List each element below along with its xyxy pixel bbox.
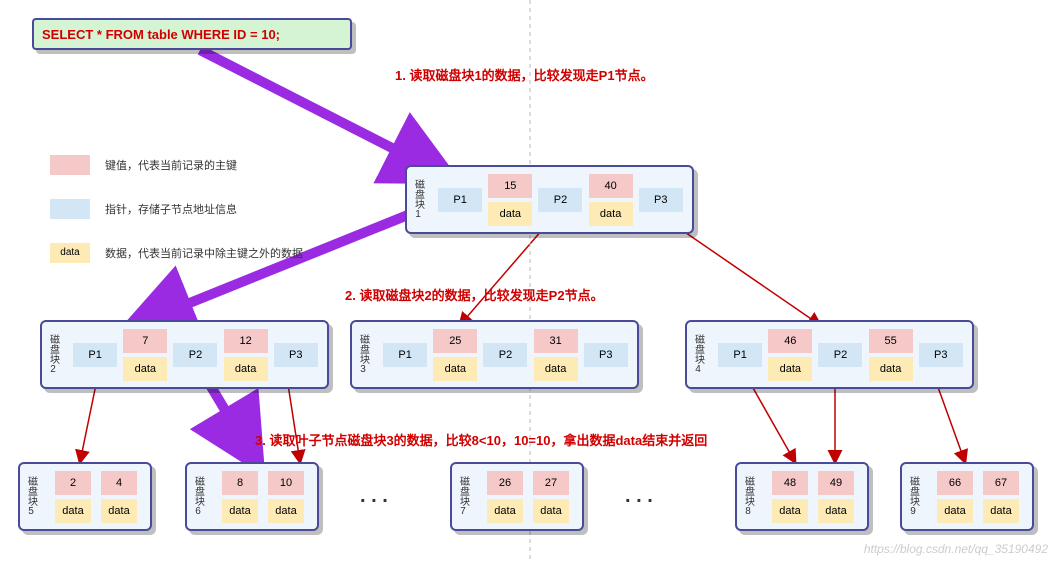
b5-k1: 2 — [55, 471, 91, 495]
b2-p3: P3 — [274, 343, 318, 367]
legend-key-label: 键值，代表当前记录的主键 — [105, 157, 237, 173]
b6-k1: 8 — [222, 471, 258, 495]
annotation-step1: 1. 读取磁盘块1的数据，比较发现走P1节点。 — [395, 65, 654, 84]
sql-query-box: SELECT * FROM table WHERE ID = 10; — [32, 18, 352, 50]
b9-k2: 67 — [983, 471, 1019, 495]
disk-block-5: 磁盘块5 2 data 4 data — [18, 462, 152, 531]
b4-d1: data — [768, 357, 812, 381]
b7-d2: data — [533, 499, 569, 523]
legend: 键值，代表当前记录的主键 指针，存储子节点地址信息 data 数据，代表当前记录… — [50, 155, 330, 287]
disk-block-6: 磁盘块6 8 data 10 data — [185, 462, 319, 531]
b4-d2: data — [869, 357, 913, 381]
b2-p2: P2 — [173, 343, 217, 367]
b8-k1: 48 — [772, 471, 808, 495]
b6-d1: data — [222, 499, 258, 523]
b4-p3: P3 — [919, 343, 963, 367]
b7-k1: 26 — [487, 471, 523, 495]
b2-d1: data — [123, 357, 167, 381]
b1-k2: 40 — [589, 174, 633, 198]
annotation-step3: 3. 读取叶子节点磁盘块3的数据，比较8<10，10=10，拿出数据data结束… — [255, 430, 707, 449]
disk-block-3: 磁盘块3 P1 25 data P2 31 data P3 — [350, 320, 639, 389]
swatch-data: data — [50, 243, 90, 263]
b4-k2: 55 — [869, 329, 913, 353]
b8-d1: data — [772, 499, 808, 523]
b7-k2: 27 — [533, 471, 569, 495]
block9-label: 磁盘块9 — [902, 464, 924, 529]
disk-block-9: 磁盘块9 66 data 67 data — [900, 462, 1034, 531]
ellipsis-1: . . . — [360, 485, 388, 508]
disk-block-7: 磁盘块7 26 data 27 data — [450, 462, 584, 531]
b4-p1: P1 — [718, 343, 762, 367]
b3-p2: P2 — [483, 343, 527, 367]
legend-data: data 数据，代表当前记录中除主键之外的数据 — [50, 243, 330, 263]
b9-d1: data — [937, 499, 973, 523]
block2-label: 磁盘块2 — [42, 322, 64, 387]
b1-k1: 15 — [488, 174, 532, 198]
b1-d1: data — [488, 202, 532, 226]
b8-k2: 49 — [818, 471, 854, 495]
swatch-pointer — [50, 199, 90, 219]
b3-k2: 31 — [534, 329, 578, 353]
b6-k2: 10 — [268, 471, 304, 495]
b2-p1: P1 — [73, 343, 117, 367]
b5-d1: data — [55, 499, 91, 523]
block3-label: 磁盘块3 — [352, 322, 374, 387]
diagram-canvas: SELECT * FROM table WHERE ID = 10; 键值，代表… — [0, 0, 1058, 561]
b2-k1: 7 — [123, 329, 167, 353]
b2-d2: data — [224, 357, 268, 381]
b7-d1: data — [487, 499, 523, 523]
disk-block-8: 磁盘块8 48 data 49 data — [735, 462, 869, 531]
watermark: https://blog.csdn.net/qq_35190492 — [864, 542, 1048, 556]
annotation-step2: 2. 读取磁盘块2的数据，比较发现走P2节点。 — [345, 285, 604, 304]
b6-d2: data — [268, 499, 304, 523]
b2-k2: 12 — [224, 329, 268, 353]
legend-pointer: 指针，存储子节点地址信息 — [50, 199, 330, 219]
b8-d2: data — [818, 499, 854, 523]
legend-pointer-label: 指针，存储子节点地址信息 — [105, 201, 237, 217]
b5-k2: 4 — [101, 471, 137, 495]
b3-p1: P1 — [383, 343, 427, 367]
legend-key: 键值，代表当前记录的主键 — [50, 155, 330, 175]
block1-label: 磁盘块1 — [407, 167, 429, 232]
b3-k1: 25 — [433, 329, 477, 353]
disk-block-2: 磁盘块2 P1 7 data P2 12 data P3 — [40, 320, 329, 389]
block6-label: 磁盘块6 — [187, 464, 209, 529]
b1-p2: P2 — [538, 188, 582, 212]
b5-d2: data — [101, 499, 137, 523]
swatch-key — [50, 155, 90, 175]
block8-label: 磁盘块8 — [737, 464, 759, 529]
b1-p1: P1 — [438, 188, 482, 212]
b9-d2: data — [983, 499, 1019, 523]
block7-label: 磁盘块7 — [452, 464, 474, 529]
b4-p2: P2 — [818, 343, 862, 367]
b9-k1: 66 — [937, 471, 973, 495]
b1-p3: P3 — [639, 188, 683, 212]
b1-d2: data — [589, 202, 633, 226]
block4-label: 磁盘块4 — [687, 322, 709, 387]
b3-d1: data — [433, 357, 477, 381]
block5-label: 磁盘块5 — [20, 464, 42, 529]
b3-d2: data — [534, 357, 578, 381]
disk-block-1: 磁盘块1 P1 15 data P2 40 data P3 — [405, 165, 694, 234]
disk-block-4: 磁盘块4 P1 46 data P2 55 data P3 — [685, 320, 974, 389]
b4-k1: 46 — [768, 329, 812, 353]
legend-data-label: 数据，代表当前记录中除主键之外的数据 — [105, 245, 303, 261]
sql-text: SELECT * FROM table WHERE ID = 10; — [42, 27, 280, 42]
b3-p3: P3 — [584, 343, 628, 367]
ellipsis-2: . . . — [625, 485, 653, 508]
